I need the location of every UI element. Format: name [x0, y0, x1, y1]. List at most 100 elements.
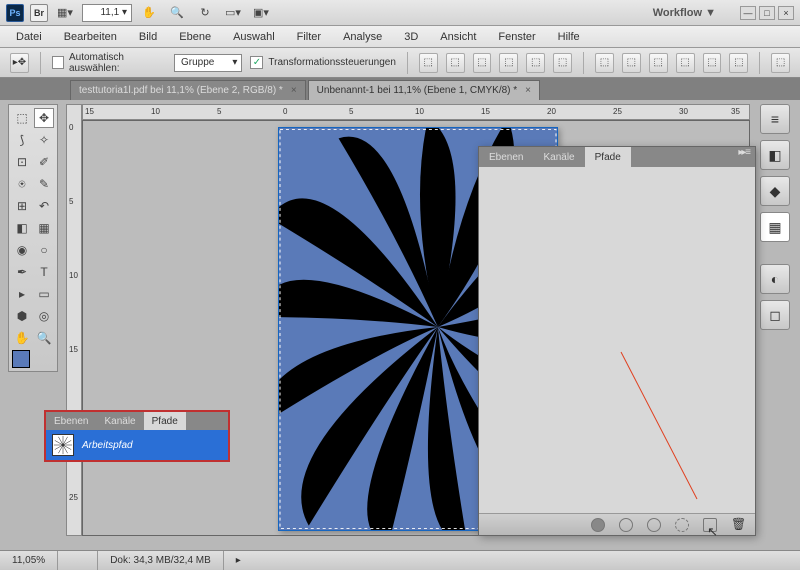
- close-icon[interactable]: ×: [525, 85, 531, 96]
- align-left-icon[interactable]: ⬚: [499, 53, 518, 73]
- gradient-tool[interactable]: ▦: [34, 218, 54, 238]
- inner-tabs: Ebenen Kanäle Pfade: [46, 412, 228, 430]
- stamp-tool[interactable]: ⊞: [12, 196, 32, 216]
- hand-icon[interactable]: ✋: [138, 3, 160, 23]
- transform-checkbox[interactable]: ✓: [250, 56, 263, 69]
- panel-tab-channels[interactable]: Kanäle: [533, 147, 584, 167]
- photoshop-icon[interactable]: Ps: [6, 4, 24, 22]
- ruler-horizontal: 15 10 5 0 5 10 15 20 25 30 35: [82, 104, 750, 120]
- blur-tool[interactable]: ◉: [12, 240, 32, 260]
- status-zoom[interactable]: 11,05%: [0, 551, 58, 570]
- menu-3d[interactable]: 3D: [394, 28, 428, 46]
- align-top-icon[interactable]: ⬚: [419, 53, 438, 73]
- zoom-input[interactable]: 11,1 ▾: [82, 4, 132, 22]
- marquee-tool[interactable]: ⬚: [12, 108, 32, 128]
- history-brush-tool[interactable]: ↶: [34, 196, 54, 216]
- wand-tool[interactable]: ✧: [34, 130, 54, 150]
- fill-path-icon[interactable]: [591, 518, 605, 532]
- annotation-arrow: [479, 167, 755, 513]
- align-bot-icon[interactable]: ⬚: [473, 53, 492, 73]
- panel-tab-paths[interactable]: Pfade: [585, 147, 631, 167]
- align-center-icon[interactable]: ⬚: [526, 53, 545, 73]
- move-tool[interactable]: ✥: [34, 108, 54, 128]
- dock-masks-icon[interactable]: ◻: [760, 300, 790, 330]
- align-right-icon[interactable]: ⬚: [553, 53, 572, 73]
- ruler-vertical: 0 5 10 15 20 25: [66, 104, 82, 536]
- filmstrip-icon[interactable]: ▦▾: [54, 3, 76, 23]
- align-mid-icon[interactable]: ⬚: [446, 53, 465, 73]
- stroke-path-icon[interactable]: [619, 518, 633, 532]
- zoom-tool[interactable]: 🔍: [34, 328, 54, 348]
- menu-view[interactable]: Ansicht: [430, 28, 486, 46]
- status-doc-size[interactable]: Dok: 34,3 MB/32,4 MB: [98, 551, 224, 570]
- close-button[interactable]: ×: [778, 6, 794, 20]
- dock-history-icon[interactable]: ≡: [760, 104, 790, 134]
- panel-tabs: Ebenen Kanäle Pfade ▸▸ ≡: [479, 147, 755, 167]
- auto-select-label: Automatisch auswählen:: [69, 52, 169, 74]
- dodge-tool[interactable]: ○: [34, 240, 54, 260]
- auto-select-checkbox[interactable]: [52, 56, 64, 69]
- inner-tab-layers[interactable]: Ebenen: [46, 412, 96, 430]
- screen-mode-icon[interactable]: ▣▾: [250, 3, 272, 23]
- crop-tool[interactable]: ⊡: [12, 152, 32, 172]
- selection-to-path-icon[interactable]: [675, 518, 689, 532]
- distribute-2-icon[interactable]: ⬚: [622, 53, 641, 73]
- delete-path-icon[interactable]: 🗑: [731, 518, 745, 532]
- menu-analyse[interactable]: Analyse: [333, 28, 392, 46]
- inner-tab-paths[interactable]: Pfade: [144, 412, 186, 430]
- brush-tool[interactable]: ✎: [34, 174, 54, 194]
- inner-tab-channels[interactable]: Kanäle: [96, 412, 143, 430]
- 3d-tool[interactable]: ⬢: [12, 306, 32, 326]
- path-select-tool[interactable]: ▸: [12, 284, 32, 304]
- type-tool[interactable]: T: [34, 262, 54, 282]
- path-to-selection-icon[interactable]: [647, 518, 661, 532]
- distribute-3-icon[interactable]: ⬚: [649, 53, 668, 73]
- pen-tool[interactable]: ✒: [12, 262, 32, 282]
- rotate-icon[interactable]: ↻: [194, 3, 216, 23]
- dock-adjustments-icon[interactable]: ◐: [760, 264, 790, 294]
- distribute-5-icon[interactable]: ⬚: [703, 53, 722, 73]
- heal-tool[interactable]: ⍟: [12, 174, 32, 194]
- menu-help[interactable]: Hilfe: [548, 28, 590, 46]
- menu-edit[interactable]: Bearbeiten: [54, 28, 127, 46]
- auto-align-icon[interactable]: ⬚: [771, 53, 790, 73]
- menu-image[interactable]: Bild: [129, 28, 167, 46]
- hand-tool[interactable]: ✋: [12, 328, 32, 348]
- eyedropper-tool[interactable]: ✐: [34, 152, 54, 172]
- menu-window[interactable]: Fenster: [488, 28, 545, 46]
- dock-layers-icon[interactable]: ▦: [760, 212, 790, 242]
- maximize-button[interactable]: □: [759, 6, 775, 20]
- paths-panel: Ebenen Kanäle Pfade ▸▸ ≡ 🗑: [478, 146, 756, 536]
- menu-filter[interactable]: Filter: [287, 28, 331, 46]
- distribute-1-icon[interactable]: ⬚: [595, 53, 614, 73]
- distribute-6-icon[interactable]: ⬚: [729, 53, 748, 73]
- close-icon[interactable]: ×: [291, 85, 297, 96]
- menu-file[interactable]: Datei: [6, 28, 52, 46]
- doc-tab-1[interactable]: testtutoria1l.pdf bei 11,1% (Ebene 2, RG…: [70, 80, 306, 100]
- dock-color-icon[interactable]: ◧: [760, 140, 790, 170]
- eraser-tool[interactable]: ◧: [12, 218, 32, 238]
- menu-layer[interactable]: Ebene: [169, 28, 221, 46]
- arrange-icon[interactable]: ▭▾: [222, 3, 244, 23]
- minimize-button[interactable]: —: [740, 6, 756, 20]
- status-arrow-icon[interactable]: ▸: [224, 551, 253, 570]
- panel-menu-icon[interactable]: ▸▸ ≡: [732, 147, 755, 167]
- path-row[interactable]: Arbeitspfad: [46, 430, 228, 460]
- zoom-icon[interactable]: 🔍: [166, 3, 188, 23]
- 3d-camera-tool[interactable]: ◎: [34, 306, 54, 326]
- window-controls: — □ ×: [740, 6, 794, 20]
- transform-label: Transformationssteuerungen: [268, 57, 395, 68]
- menu-select[interactable]: Auswahl: [223, 28, 285, 46]
- shape-tool[interactable]: ▭: [34, 284, 54, 304]
- panel-tab-layers[interactable]: Ebenen: [479, 147, 533, 167]
- foreground-swatch[interactable]: [12, 350, 30, 368]
- workspace-switcher[interactable]: Workflow ▼: [643, 4, 726, 22]
- bridge-icon[interactable]: Br: [30, 4, 48, 22]
- move-tool-icon[interactable]: ▸✥: [10, 53, 29, 73]
- auto-select-dropdown[interactable]: Gruppe: [174, 54, 242, 72]
- dock-swatches-icon[interactable]: ◆: [760, 176, 790, 206]
- status-bar: 11,05% Dok: 34,3 MB/32,4 MB ▸: [0, 550, 800, 570]
- lasso-tool[interactable]: ⟆: [12, 130, 32, 150]
- distribute-4-icon[interactable]: ⬚: [676, 53, 695, 73]
- doc-tab-2[interactable]: Unbenannt-1 bei 11,1% (Ebene 1, CMYK/8) …: [308, 80, 540, 100]
